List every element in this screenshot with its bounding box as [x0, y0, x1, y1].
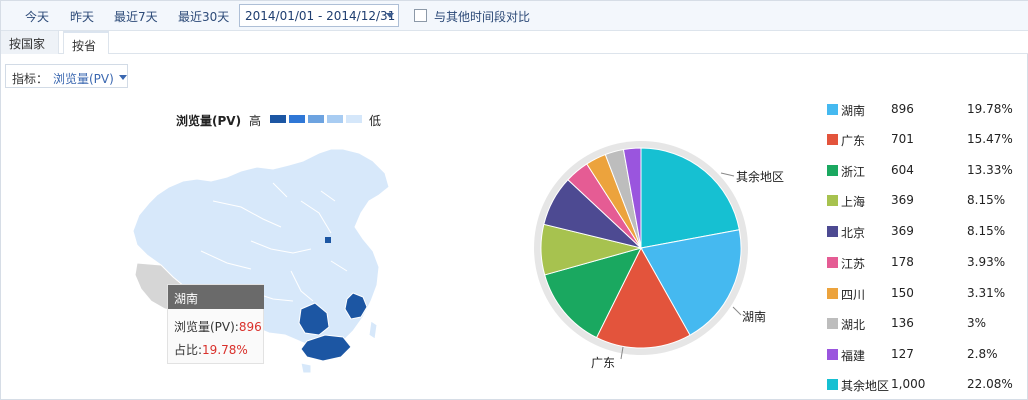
legend-name: 福建	[841, 349, 866, 363]
scale-swatch	[327, 115, 343, 123]
legend-name: 上海	[841, 195, 866, 209]
legend-count: 896	[891, 102, 914, 116]
tooltip-share-value: 19.78%	[202, 343, 248, 357]
compare-label[interactable]: 与其他时间段对比	[434, 8, 530, 25]
legend-swatch	[827, 379, 838, 390]
yesterday-link[interactable]: 昨天	[70, 8, 94, 25]
legend-count: 604	[891, 163, 914, 177]
tab-by-country[interactable]: 按国家	[1, 31, 59, 54]
pie-label-guangdong: 广东	[591, 356, 616, 370]
legend-row[interactable]: 四川 150 3.31%	[827, 286, 1027, 302]
tooltip-pv-value: 896	[238, 320, 262, 334]
last-30-days-link[interactable]: 最近30天	[178, 8, 229, 25]
tooltip-pv-row: 浏览量(PV):896	[174, 318, 262, 335]
legend-swatch	[827, 318, 838, 329]
legend-row[interactable]: 上海 369 8.15%	[827, 193, 1027, 209]
legend-percent: 22.08%	[967, 377, 1013, 391]
date-range-value: 2014/01/01 - 2014/12/31	[245, 9, 396, 23]
pie-label-rest: 其余地区	[736, 170, 785, 184]
legend-count: 369	[891, 224, 914, 238]
legend-percent: 3%	[967, 316, 987, 330]
legend-percent: 8.15%	[967, 224, 1006, 238]
scale-swatch	[289, 115, 305, 123]
legend-percent: 15.47%	[967, 132, 1013, 146]
china-map[interactable]	[121, 141, 421, 381]
legend-count: 1,000	[891, 377, 926, 391]
map-region-hainan[interactable]	[300, 362, 312, 374]
scale-swatch	[308, 115, 324, 123]
map-legend-low: 低	[369, 114, 382, 128]
map-legend-high: 高	[249, 114, 262, 128]
legend-percent: 19.78%	[967, 102, 1013, 116]
date-range-picker[interactable]: 2014/01/01 - 2014/12/31	[239, 4, 399, 27]
legend-percent: 8.15%	[967, 193, 1006, 207]
legend-row[interactable]: 福建 127 2.8%	[827, 347, 1027, 363]
legend-swatch	[827, 226, 838, 237]
legend-count: 136	[891, 316, 914, 330]
legend-row[interactable]: 江苏 178 3.93%	[827, 255, 1027, 271]
legend-count: 369	[891, 193, 914, 207]
map-region-taiwan[interactable]	[368, 320, 378, 340]
map-tooltip: 湖南 浏览量(PV):896 占比:19.78%	[167, 284, 264, 364]
date-toolbar: 今天 昨天 最近7天 最近30天 2014/01/01 - 2014/12/31…	[1, 1, 1028, 31]
legend-name: 湖北	[841, 318, 866, 332]
report-panel: 今天 昨天 最近7天 最近30天 2014/01/01 - 2014/12/31…	[0, 0, 1028, 400]
caret-down-icon	[119, 75, 127, 80]
legend-percent: 13.33%	[967, 163, 1013, 177]
leader-line-hunan	[732, 306, 742, 316]
legend-name: 北京	[841, 226, 866, 240]
legend-row[interactable]: 北京 369 8.15%	[827, 224, 1027, 240]
legend-count: 150	[891, 286, 914, 300]
legend-name: 四川	[841, 288, 866, 302]
legend-name: 其余地区	[841, 379, 890, 393]
legend-name: 浙江	[841, 165, 866, 179]
metric-selector[interactable]: 指标： 浏览量(PV)	[5, 64, 128, 88]
legend-swatch	[827, 257, 838, 268]
legend-swatch	[827, 349, 838, 360]
metric-label: 指标：	[12, 72, 49, 86]
legend-swatch	[827, 288, 838, 299]
legend-percent: 3.93%	[967, 255, 1006, 269]
legend-percent: 2.8%	[967, 347, 998, 361]
tooltip-pv-label: 浏览量(PV):	[174, 320, 239, 334]
chevron-down-icon	[386, 13, 394, 18]
tab-by-province[interactable]: 按省	[63, 31, 109, 54]
legend-swatch	[827, 195, 838, 206]
legend-row[interactable]: 湖南 896 19.78%	[827, 102, 1027, 118]
legend-row[interactable]: 广东 701 15.47%	[827, 132, 1027, 148]
legend-count: 178	[891, 255, 914, 269]
tooltip-region: 湖南	[168, 285, 264, 309]
legend-count: 127	[891, 347, 914, 361]
legend-row[interactable]: 其余地区 1,000 22.08%	[827, 377, 1027, 393]
legend-swatch	[827, 134, 838, 145]
scale-swatch	[270, 115, 286, 123]
legend-swatch	[827, 104, 838, 115]
legend-swatch	[827, 165, 838, 176]
tooltip-share-row: 占比:19.78%	[174, 341, 248, 358]
last-7-days-link[interactable]: 最近7天	[114, 8, 158, 25]
legend-name: 广东	[841, 134, 866, 148]
compare-checkbox[interactable]	[414, 9, 427, 22]
legend-row[interactable]: 浙江 604 13.33%	[827, 163, 1027, 179]
legend-count: 701	[891, 132, 914, 146]
legend-row[interactable]: 湖北 136 3%	[827, 316, 1027, 332]
tooltip-share-label: 占比:	[174, 343, 203, 357]
map-region-shanghai[interactable]	[325, 237, 331, 243]
legend-name: 江苏	[841, 257, 866, 271]
pie-label-hunan: 湖南	[742, 310, 767, 324]
leader-line-rest	[720, 172, 735, 177]
map-legend-title: 浏览量(PV)	[176, 114, 242, 128]
metric-value[interactable]: 浏览量(PV)	[53, 70, 114, 87]
region-tabs: 按国家 按省	[1, 31, 1028, 54]
legend-name: 湖南	[841, 104, 866, 118]
scale-swatch	[346, 115, 362, 123]
today-link[interactable]: 今天	[25, 8, 49, 25]
legend-percent: 3.31%	[967, 286, 1006, 300]
